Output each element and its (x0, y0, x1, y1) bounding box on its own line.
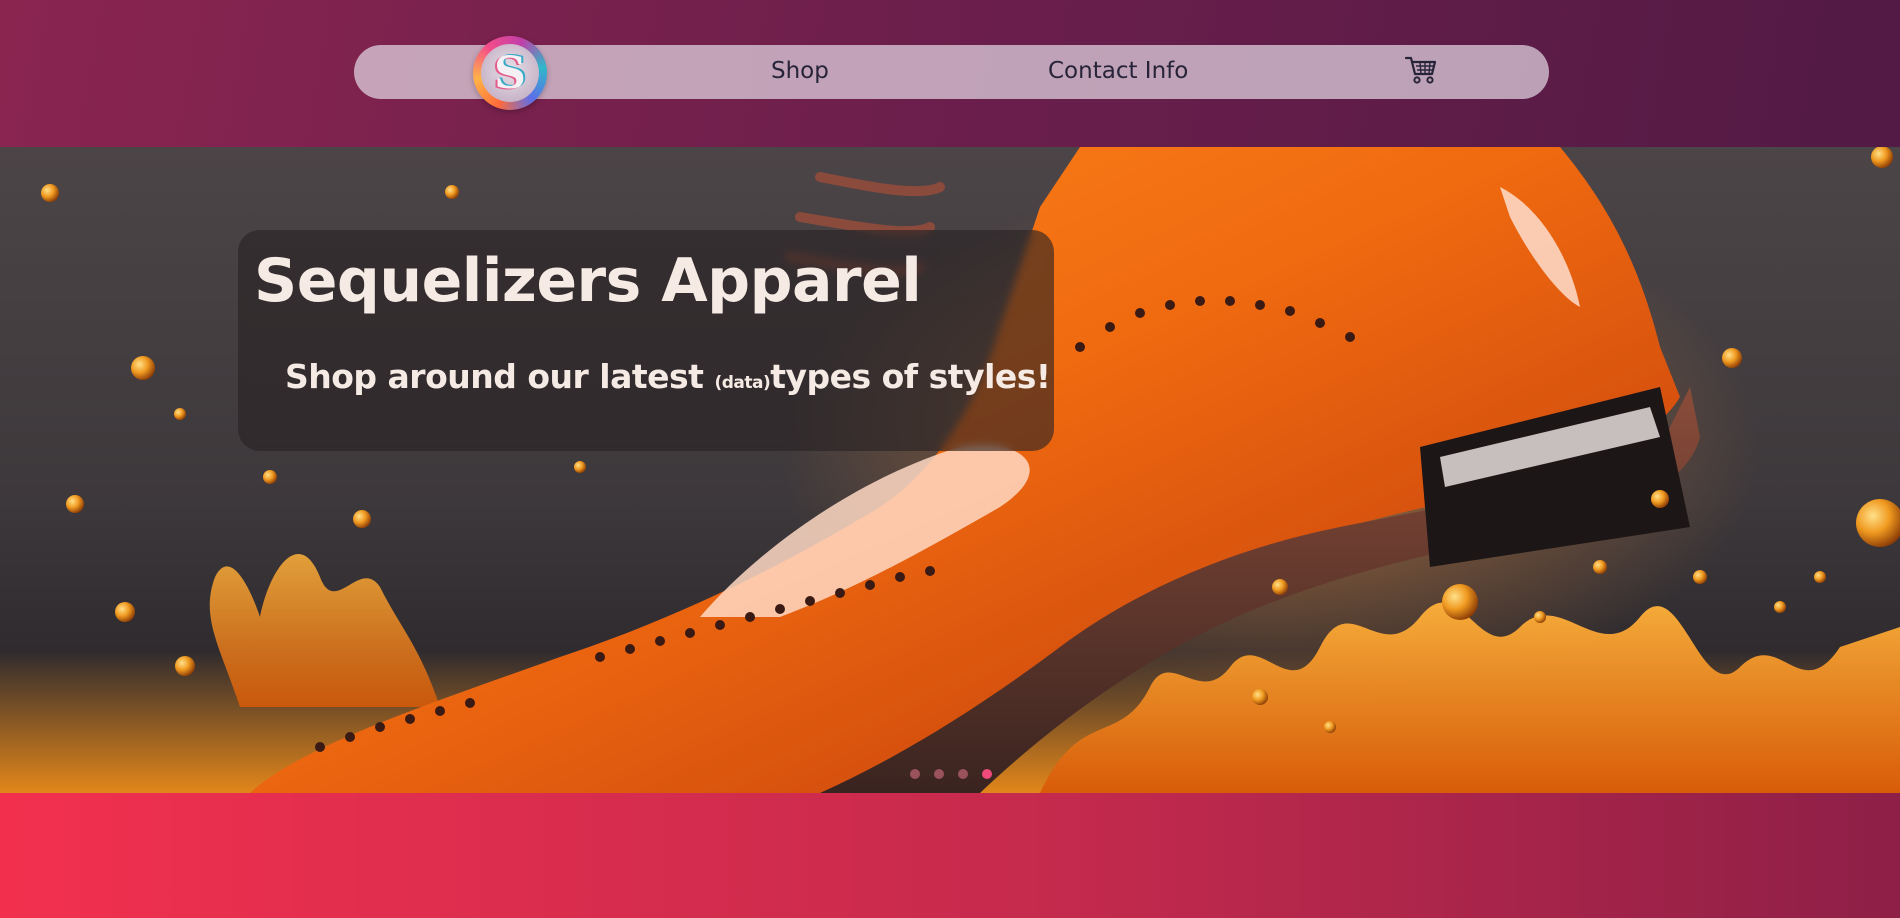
nav-link-contact-info[interactable]: Contact Info (1048, 58, 1188, 84)
carousel-dot-3[interactable] (958, 769, 968, 779)
logo-letter: S (481, 44, 539, 102)
carousel-dot-4[interactable] (982, 769, 992, 779)
hero-subtitle-data-tag: (data) (714, 373, 771, 393)
hero-title: Sequelizers Apparel (254, 246, 922, 316)
hero-text-card: Sequelizers Apparel Shop around our late… (238, 230, 1054, 451)
site-header: S Shop Contact Info (0, 0, 1900, 147)
carousel-dot-2[interactable] (934, 769, 944, 779)
nav-link-shop[interactable]: Shop (771, 58, 829, 84)
cart-icon[interactable] (1403, 52, 1439, 88)
hero-subtitle-start: Shop around our latest (285, 357, 715, 396)
hero-banner: Sequelizers Apparel Shop around our late… (0, 147, 1900, 793)
gradient-band (0, 793, 1900, 918)
navbar: S Shop Contact Info (354, 36, 1549, 110)
hero-subtitle: Shop around our latest (data)types of st… (285, 357, 1051, 396)
hero-subtitle-end: types of styles! (770, 357, 1051, 396)
brand-logo[interactable]: S (473, 36, 547, 110)
carousel-dot-1[interactable] (910, 769, 920, 779)
carousel-indicators (910, 769, 992, 779)
